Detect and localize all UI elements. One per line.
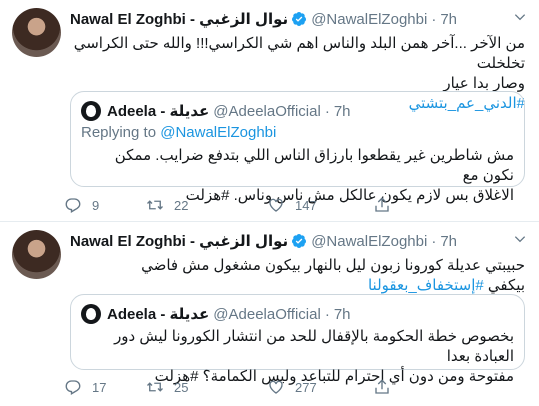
separator-dot: · (324, 305, 330, 323)
author-handle[interactable]: @NawalElZoghbi (311, 11, 427, 28)
share-button[interactable] (373, 196, 401, 214)
quoted-tweet[interactable]: Adeela - عديلة @AdeelaOfficial · 7h Repl… (70, 91, 525, 204)
tweet[interactable]: Nawal El Zoghbi - نوال الزغبي @NawalElZo… (0, 222, 539, 406)
share-button[interactable] (373, 378, 401, 396)
timestamp[interactable]: 7h (440, 233, 457, 250)
quoted-text-line: مش شاطرين غير يقطعوا بارزاق الناس اللي ب… (114, 147, 514, 184)
tweet-text-prefix: بيكفي (487, 277, 525, 294)
verified-icon (292, 234, 307, 248)
quoted-avatar (81, 304, 101, 324)
tweet-header: Nawal El Zoghbi - نوال الزغبي @NawalElZo… (70, 10, 457, 29)
tweet-text-line: حبيبتي عديلة كورونا زبون ليل بالنهار بيك… (141, 257, 525, 274)
quoted-tweet-header: Adeela - عديلة @AdeelaOfficial · 7h (81, 304, 351, 324)
retweet-icon (147, 200, 163, 210)
author-handle[interactable]: @NawalElZoghbi (311, 233, 427, 250)
separator-dot: · (431, 10, 437, 28)
timestamp[interactable]: 7h (440, 11, 457, 28)
quoted-tweet[interactable]: Adeela - عديلة @AdeelaOfficial · 7h بخصو… (70, 294, 525, 385)
quoted-author-name: Adeela - عديلة (107, 306, 210, 323)
chevron-down-icon[interactable] (513, 232, 527, 246)
share-icon (375, 197, 389, 212)
reply-button[interactable]: 17 (64, 378, 146, 396)
like-count: 147 (295, 197, 317, 213)
like-button[interactable]: 147 (267, 196, 373, 214)
quoted-author-name: Adeela - عديلة (107, 103, 210, 120)
avatar[interactable] (12, 230, 61, 279)
tweet-text: حبيبتي عديلة كورونا زبون ليل بالنهار بيك… (70, 256, 525, 296)
chevron-down-icon[interactable] (513, 10, 527, 24)
quoted-text-line: بخصوص خطة الحكومة بالإقفال للحد من انتشا… (114, 328, 514, 365)
quoted-author-handle: @AdeelaOfficial (213, 305, 321, 323)
replying-label: Replying to (81, 124, 157, 141)
separator-dot: · (324, 102, 330, 120)
tweet-feed: Nawal El Zoghbi - نوال الزغبي @NawalElZo… (0, 0, 539, 406)
reply-count: 9 (92, 197, 100, 213)
retweet-count: 22 (174, 197, 189, 213)
quoted-timestamp: 7h (333, 305, 351, 323)
like-button[interactable]: 277 (267, 378, 373, 396)
quoted-timestamp: 7h (333, 102, 351, 120)
quoted-tweet-header: Adeela - عديلة @AdeelaOfficial · 7h (81, 101, 351, 121)
replying-handle[interactable]: @NawalElZoghbi (160, 124, 276, 141)
retweet-button[interactable]: 22 (146, 196, 267, 214)
tweet[interactable]: Nawal El Zoghbi - نوال الزغبي @NawalElZo… (0, 0, 539, 222)
like-count: 277 (295, 379, 317, 395)
like-icon (269, 380, 283, 394)
retweet-icon (147, 382, 163, 392)
hashtag-link[interactable]: #إستخفاف_بعقولنا (368, 277, 484, 294)
like-icon (269, 198, 283, 212)
replying-to: Replying to @NawalElZoghbi (81, 124, 276, 141)
reply-icon (65, 198, 81, 213)
reply-count: 17 (92, 379, 107, 395)
retweet-count: 25 (174, 379, 189, 395)
separator-dot: · (431, 232, 437, 250)
share-icon (375, 379, 389, 394)
tweet-header: Nawal El Zoghbi - نوال الزغبي @NawalElZo… (70, 232, 457, 251)
tweet-text-line: من الآخر ...آخر همن البلد والناس اهم شي … (73, 35, 525, 72)
author-name[interactable]: Nawal El Zoghbi - نوال الزغبي (70, 232, 288, 250)
quoted-author-handle: @AdeelaOfficial (213, 102, 321, 120)
tweet-actions: 9 22 147 (64, 196, 401, 214)
retweet-button[interactable]: 25 (146, 378, 267, 396)
verified-icon (292, 12, 307, 26)
author-name[interactable]: Nawal El Zoghbi - نوال الزغبي (70, 10, 288, 28)
tweet-actions: 17 25 277 (64, 378, 401, 396)
reply-icon (65, 380, 81, 395)
tweet-text-line: بيكفي #إستخفاف_بعقولنا (70, 276, 525, 296)
avatar[interactable] (12, 8, 61, 57)
quoted-avatar (81, 101, 101, 121)
reply-button[interactable]: 9 (64, 196, 146, 214)
